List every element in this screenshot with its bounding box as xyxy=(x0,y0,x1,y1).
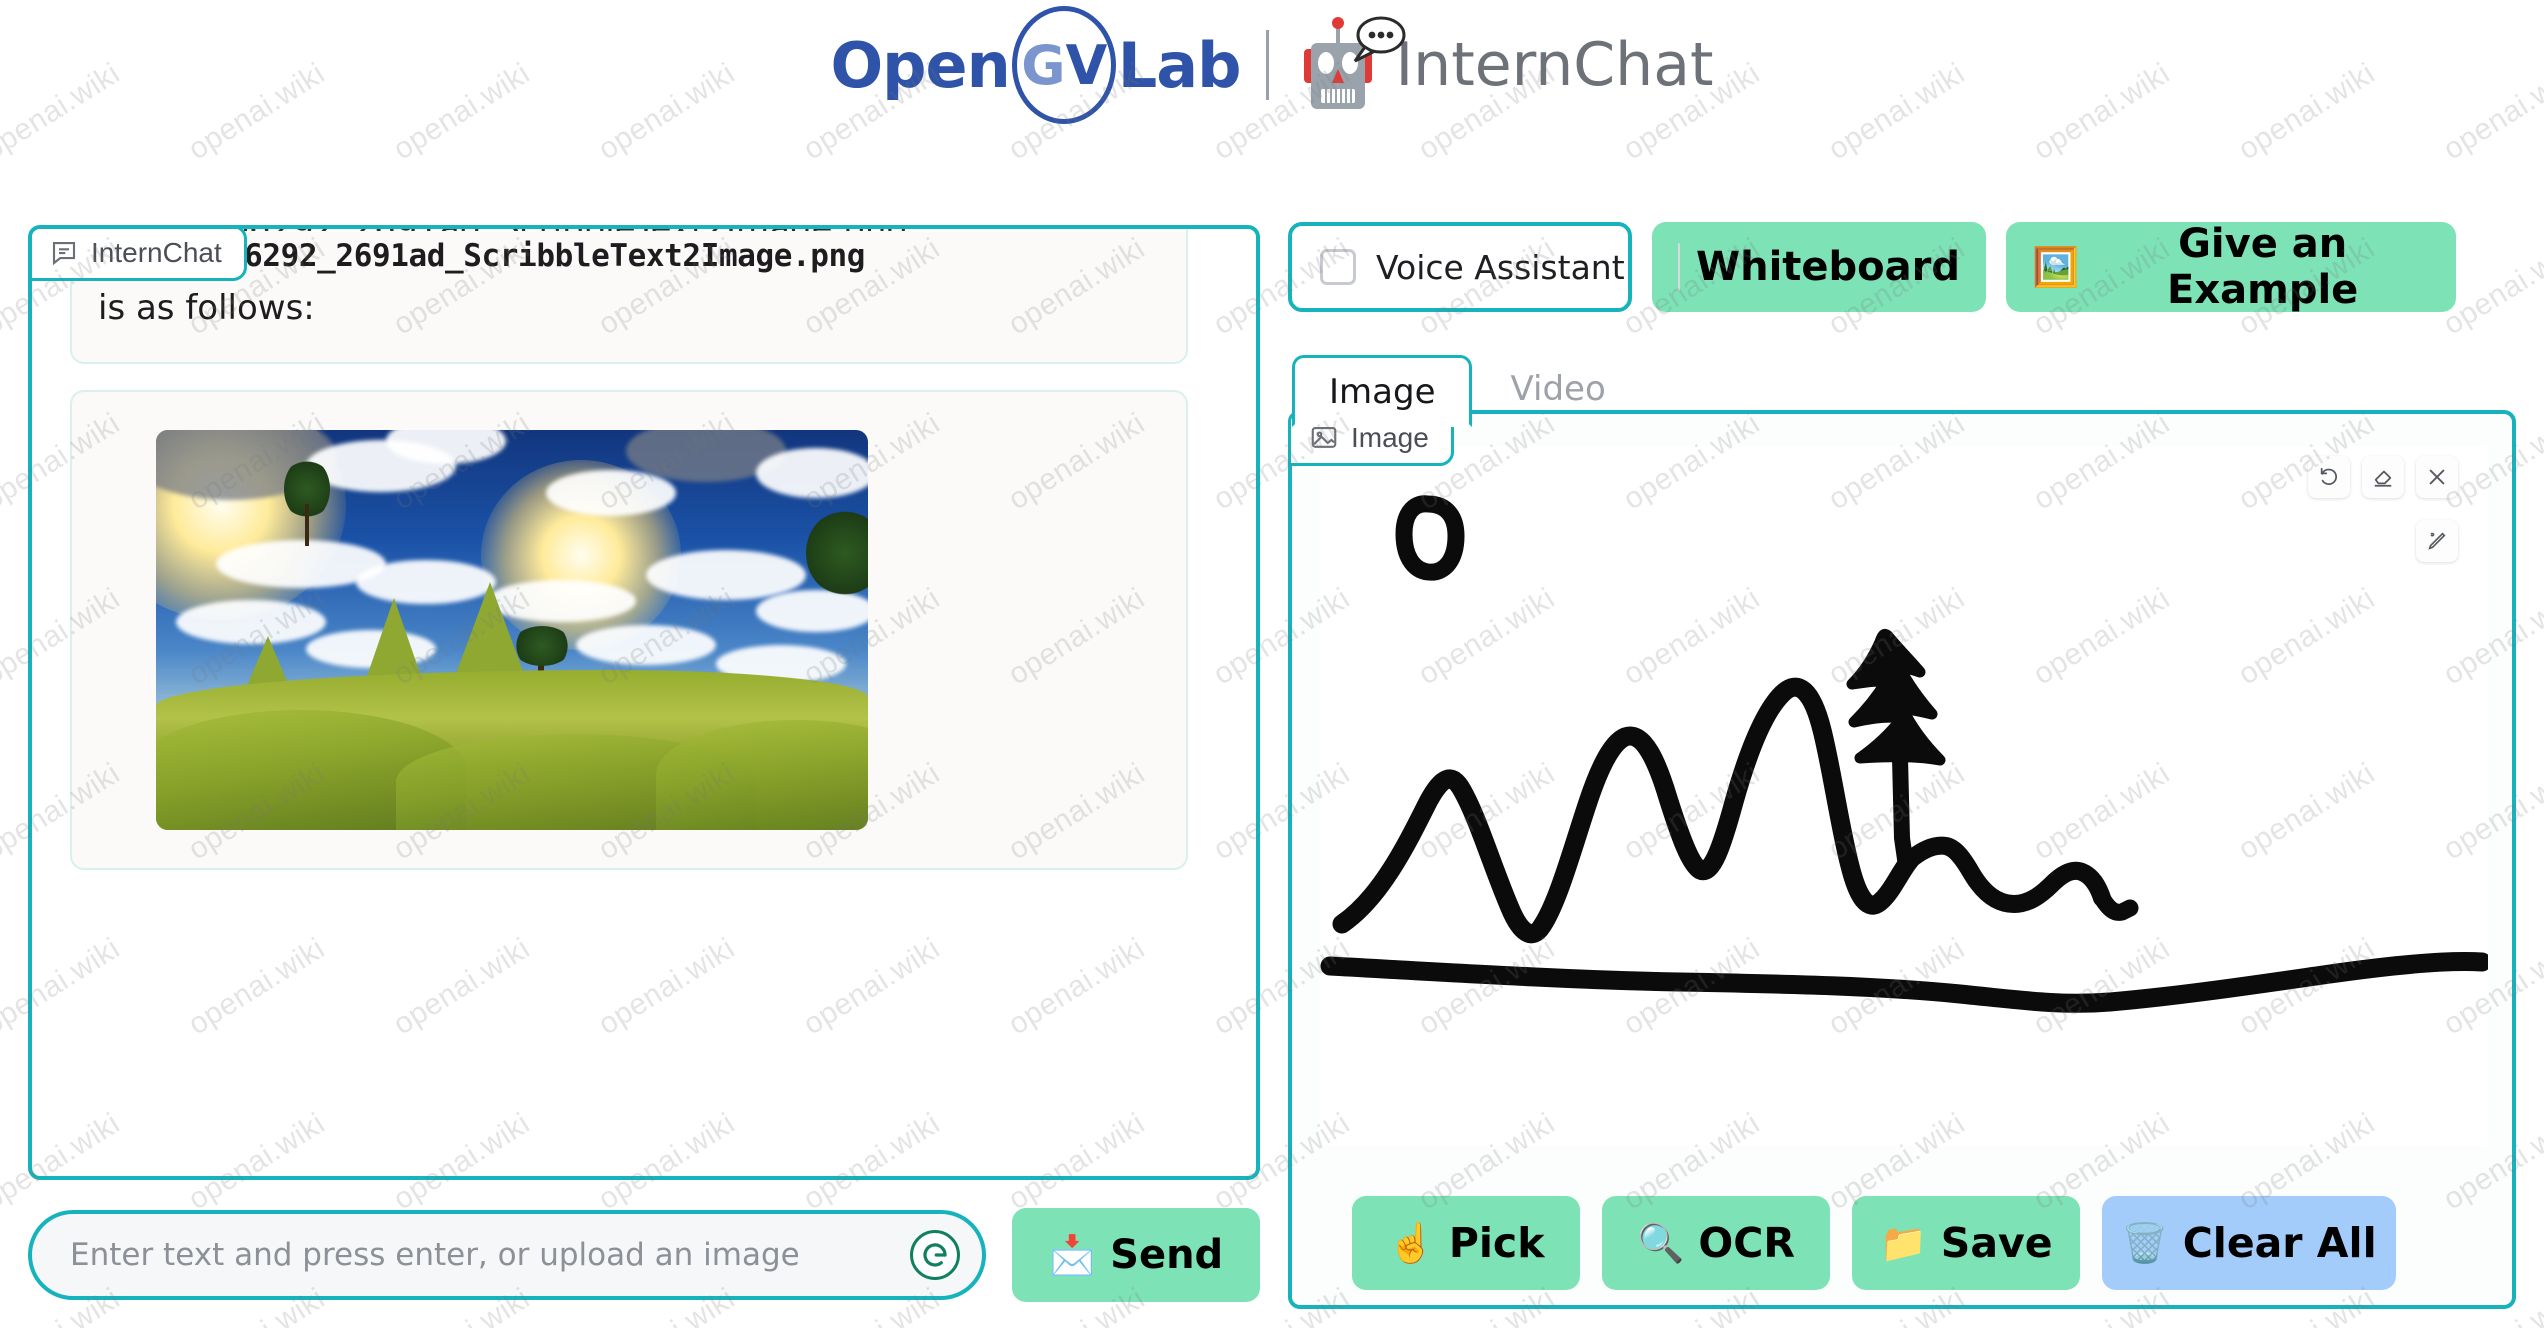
whiteboard-button[interactable]: Whiteboard xyxy=(1652,222,1986,312)
internchat-logo-text: InternChat xyxy=(1395,30,1714,100)
chat-input[interactable] xyxy=(68,1236,946,1274)
give-an-example-button[interactable]: 🖼️ Give an Example xyxy=(2006,221,2456,313)
point-up-emoji: ☝️ xyxy=(1387,1221,1435,1265)
ocr-button[interactable]: 🔍 OCR xyxy=(1602,1196,1830,1290)
chat-panel-tab-label: InternChat xyxy=(91,237,222,268)
eraser-icon[interactable] xyxy=(2362,456,2404,498)
close-icon[interactable] xyxy=(2416,456,2458,498)
clear-all-button[interactable]: 🗑️ Clear All xyxy=(2102,1196,2396,1290)
media-tabs: Image Video xyxy=(1292,355,1640,427)
message-clipped-line: image/fb6292_2691ad_ScribbleText2Image.p… xyxy=(98,229,1160,231)
speech-bubble-icon xyxy=(1354,16,1406,63)
image-canvas-panel: Image xyxy=(1288,410,2516,1309)
tab-image[interactable]: Image xyxy=(1292,355,1473,427)
logo-text-open: Open xyxy=(830,28,1010,102)
logo-text-g: G xyxy=(1021,33,1065,97)
top-controls: Voice Assistant Whiteboard 🖼️ Give an Ex… xyxy=(1288,221,2456,313)
save-button-label: Save xyxy=(1940,1219,2053,1267)
pick-button-label: Pick xyxy=(1448,1219,1545,1267)
chat-message-image xyxy=(70,390,1188,871)
internchat-logo: InternChat xyxy=(1295,16,1714,113)
canvas-action-row: ☝️ Pick 🔍 OCR 📁 Save 🗑️ Clear All xyxy=(1352,1196,2396,1290)
clear-all-button-label: Clear All xyxy=(2182,1219,2377,1267)
picture-icon xyxy=(1311,426,1337,448)
message-tail: is as follows: xyxy=(98,288,315,329)
voice-assistant-label: Voice Assistant xyxy=(1376,247,1625,287)
header-divider xyxy=(1266,30,1270,100)
save-button[interactable]: 📁 Save xyxy=(1852,1196,2080,1290)
sketch-canvas[interactable] xyxy=(1320,446,2488,1146)
message-filename: image/fb6292_2691ad_ScribbleText2Image.p… xyxy=(98,238,866,274)
logo-gv-mark: G V xyxy=(1011,6,1116,124)
chat-message-list[interactable]: image/fb6292_2691ad_ScribbleText2Image.p… xyxy=(32,229,1256,1176)
tab-video[interactable]: Video xyxy=(1476,355,1639,424)
whiteboard-button-label: Whiteboard xyxy=(1695,244,1960,290)
send-button[interactable]: 📩 Send xyxy=(1012,1208,1260,1302)
logo-text-lab: Lab xyxy=(1117,28,1242,102)
magnifying-glass-emoji: 🔍 xyxy=(1637,1221,1685,1265)
framed-picture-emoji: 🖼️ xyxy=(2032,245,2080,289)
ocr-button-label: OCR xyxy=(1698,1219,1795,1267)
wastebasket-emoji: 🗑️ xyxy=(2121,1221,2169,1265)
send-button-label: Send xyxy=(1110,1232,1224,1278)
robot-icon xyxy=(1295,16,1406,113)
generated-landscape-image[interactable] xyxy=(156,430,868,831)
opengvlab-logo: Open G V Lab xyxy=(830,6,1242,124)
chat-input-row: 📩 Send xyxy=(28,1205,1260,1305)
app-header: Open G V Lab InternChat xyxy=(0,0,2544,130)
folder-emoji: 📁 xyxy=(1879,1221,1927,1265)
chat-message-icon xyxy=(52,241,76,266)
voice-assistant-checkbox[interactable] xyxy=(1320,249,1356,285)
logo-text-v: V xyxy=(1065,33,1108,97)
scribble-drawing xyxy=(1320,495,2488,1013)
search-input-container[interactable] xyxy=(28,1210,986,1300)
undo-icon[interactable] xyxy=(2308,456,2350,498)
chat-panel-tab[interactable]: InternChat xyxy=(32,229,247,281)
pen-icon[interactable] xyxy=(2416,520,2458,562)
chat-panel: InternChat image/fb6292_2691ad_ScribbleT… xyxy=(28,225,1260,1180)
inbox-tray-emoji: 📩 xyxy=(1048,1233,1097,1277)
white-square-icon xyxy=(1678,243,1680,291)
voice-assistant-toggle[interactable]: Voice Assistant xyxy=(1288,222,1632,312)
grammarly-icon[interactable] xyxy=(910,1230,960,1280)
pick-button[interactable]: ☝️ Pick xyxy=(1352,1196,1580,1290)
example-button-label: Give an Example xyxy=(2167,221,2359,313)
